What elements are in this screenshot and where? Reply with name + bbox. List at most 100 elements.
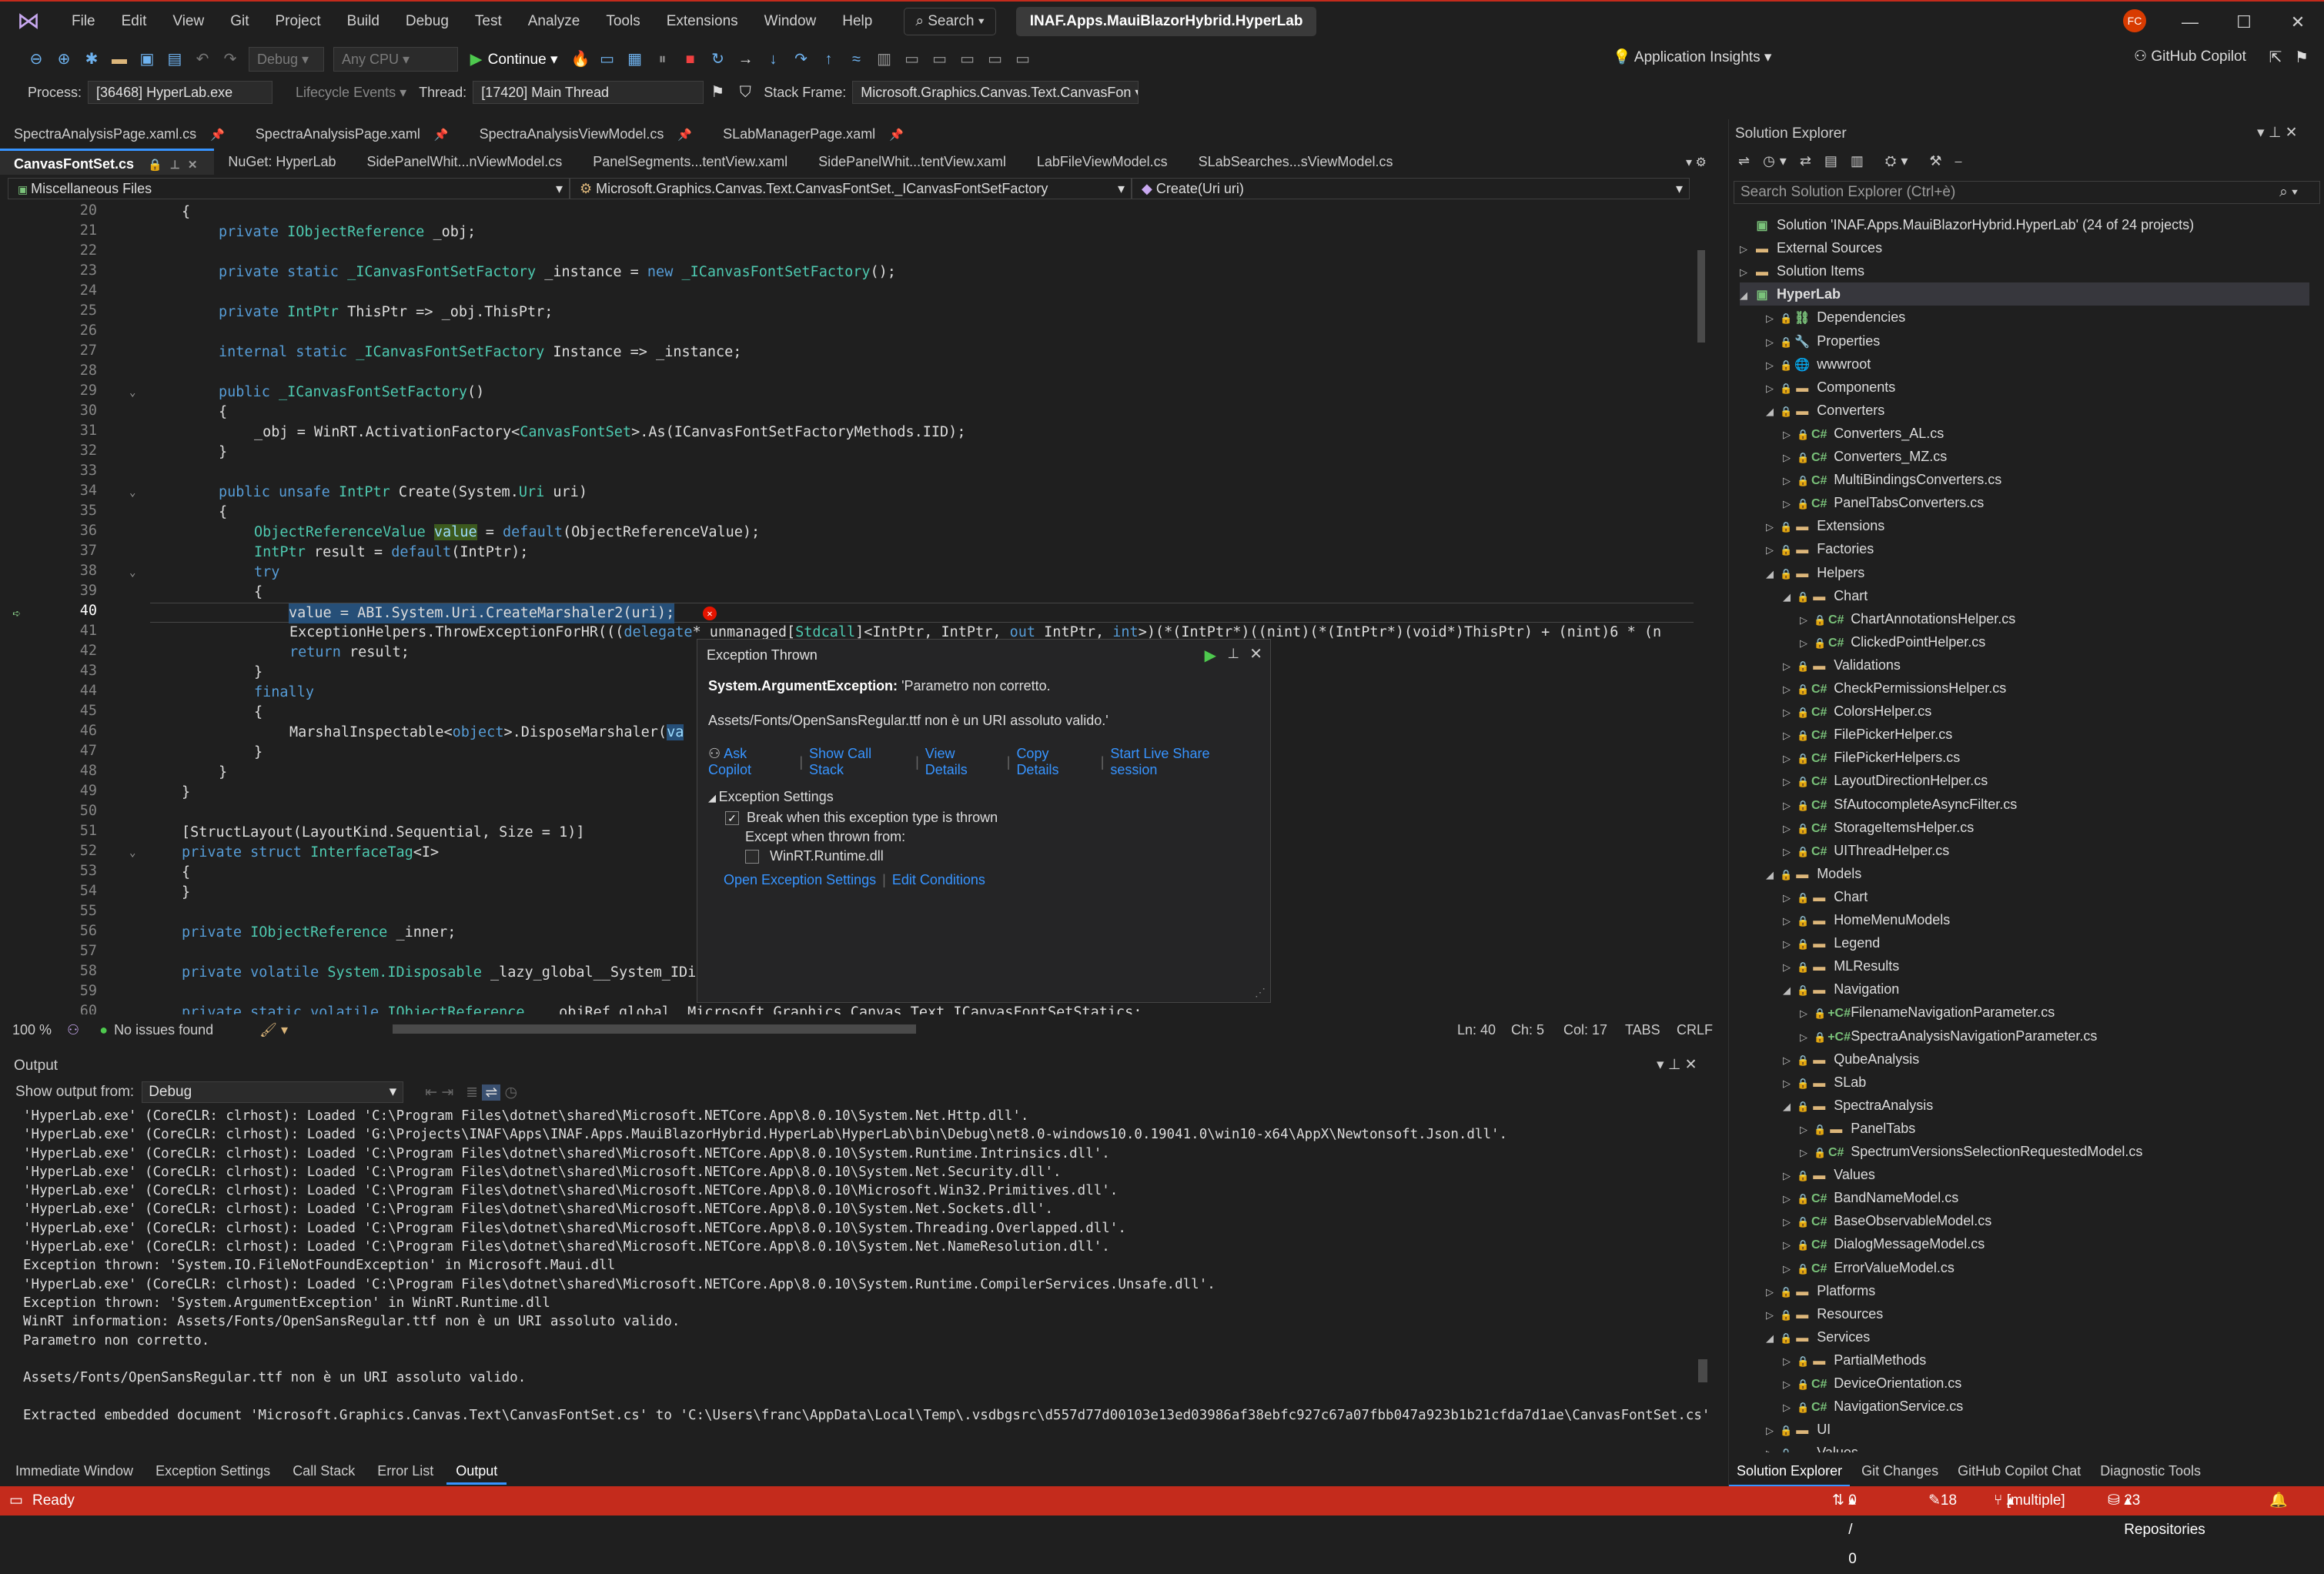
expand-icon[interactable]: ▷ xyxy=(1783,1165,1797,1188)
branch-status[interactable]: ⑂ [multiple] ▴ xyxy=(1994,1486,2065,1516)
open-icon[interactable]: ▬ xyxy=(111,51,128,68)
tab-copilot-chat[interactable]: GitHub Copilot Chat xyxy=(1950,1457,2088,1485)
breakpoints-icon[interactable]: ▥ xyxy=(876,51,893,68)
tree-item[interactable]: ▷ 🔒 C# ColorsHelper.cs xyxy=(1783,700,1931,723)
tree-item[interactable]: ▷ 🔒 ▬ Resources xyxy=(1766,1302,1883,1325)
horizontal-scrollbar[interactable] xyxy=(393,1024,916,1034)
bookmark-icon[interactable]: ▭ xyxy=(904,51,921,68)
tree-item[interactable]: ▷ 🔒 C# Converters_AL.cs xyxy=(1783,422,1944,445)
view-details-link[interactable]: View Details xyxy=(925,746,1001,778)
zoom-level[interactable]: 100 % xyxy=(12,1022,52,1038)
tab-slabmanagerpage-xaml[interactable]: SLabManagerPage.xaml 📌 xyxy=(709,121,921,147)
configuration-select[interactable]: Debug ▾ xyxy=(249,47,324,72)
output-scrollbar[interactable] xyxy=(1698,1105,1707,1390)
expand-icon[interactable]: ▷ xyxy=(1783,747,1797,770)
tree-item[interactable]: ◢ 🔒 ▬ Services xyxy=(1766,1325,1870,1348)
tab-exception-settings[interactable]: Exception Settings xyxy=(146,1457,279,1485)
menu-build[interactable]: Build xyxy=(334,1,393,42)
tab-diagnostic-tools[interactable]: Diagnostic Tools xyxy=(2092,1457,2209,1485)
expand-icon[interactable]: ◢ xyxy=(1766,864,1780,887)
menu-edit[interactable]: Edit xyxy=(109,1,160,42)
step-out-icon[interactable]: ↑ xyxy=(821,51,838,68)
brush-icon[interactable]: 🖌 ▾ xyxy=(259,1022,288,1038)
tree-item[interactable]: ▷ 🔒 +C#FilenameNavigationParameter.cs xyxy=(1800,1001,2055,1024)
tree-item[interactable]: ▷ 🔒 C# MultiBindingsConverters.cs xyxy=(1783,468,2001,491)
new-project-icon[interactable]: ✱ xyxy=(83,51,100,68)
platform-select[interactable]: Any CPU ▾ xyxy=(333,47,458,72)
tree-item[interactable]: ◢ ▣ HyperLab xyxy=(1740,282,2309,306)
expand-icon[interactable]: ▷ xyxy=(1783,1373,1797,1396)
tree-item[interactable]: ▷ 🔒 ▬ Components xyxy=(1766,376,1895,399)
menu-tools[interactable]: Tools xyxy=(593,1,653,42)
tree-item[interactable]: ▷ 🔒 ⛓ Dependencies xyxy=(1766,306,1905,329)
menu-view[interactable]: View xyxy=(159,1,217,42)
tree-item[interactable]: ▷ 🔒 C# SpectrumVersionsSelectionRequestedMo… xyxy=(1800,1140,2142,1163)
tree-item[interactable]: ▷ 🔒 C# DeviceOrientation.cs xyxy=(1783,1372,1961,1395)
tab-error-list[interactable]: Error List xyxy=(368,1457,443,1485)
expand-icon[interactable]: ▷ xyxy=(1766,539,1780,562)
tree-item[interactable]: ◢ 🔒 ▬ Chart xyxy=(1783,584,1868,607)
tree-item[interactable]: ▷ 🔒 C# ErrorValueModel.cs xyxy=(1783,1256,1955,1279)
tab-call-stack[interactable]: Call Stack xyxy=(283,1457,364,1485)
issues-label[interactable]: No issues found xyxy=(114,1022,213,1038)
expand-icon[interactable]: ▷ xyxy=(1800,1026,1814,1049)
expand-icon[interactable]: ▷ xyxy=(1783,423,1797,446)
tab-slabsearches-viewmodel[interactable]: SLabSearches...sViewModel.cs xyxy=(1185,149,1410,175)
expand-icon[interactable]: ▷ xyxy=(1740,261,1754,284)
expand-icon[interactable]: ▷ xyxy=(1766,1419,1780,1442)
tree-item[interactable]: ▷ 🔒 C# Converters_MZ.cs xyxy=(1783,445,1947,468)
menu-file[interactable]: File xyxy=(59,1,109,42)
stack-frame-select[interactable]: Microsoft.Graphics.Canvas.Text.CanvasFon… xyxy=(852,81,1139,104)
process-select[interactable]: [36468] HyperLab.exe xyxy=(88,81,273,104)
tree-item[interactable]: ▷ 🔒 C# ClickedPointHelper.cs xyxy=(1800,630,1985,653)
flag-icon[interactable]: ⚑ xyxy=(709,84,726,101)
tree-item[interactable]: ▷ 🔒 ▬ PartialMethods xyxy=(1783,1348,1926,1372)
tree-item[interactable]: ▷ 🔒 ▬ Chart xyxy=(1783,885,1868,908)
search-button[interactable]: ⌕ Search ▾ xyxy=(904,8,996,35)
filter-icon[interactable]: ⛉ xyxy=(737,84,754,101)
winrt-checkbox[interactable] xyxy=(745,849,759,864)
lifecycle-events-button[interactable]: Lifecycle Events ▾ xyxy=(296,85,406,101)
tab-solution-explorer[interactable]: Solution Explorer xyxy=(1729,1457,1851,1487)
tree-item[interactable]: ▷ 🔒 C# CheckPermissionsHelper.cs xyxy=(1783,677,2006,700)
show-next-statement-icon[interactable]: → xyxy=(737,51,754,68)
tree-item[interactable]: ▷ 🔒 C# ChartAnnotationsHelper.cs xyxy=(1800,607,2015,630)
tree-item[interactable]: ◢ 🔒 ▬ Converters xyxy=(1766,399,1884,422)
tree-item[interactable]: ▷ 🔒 ▬ UI xyxy=(1766,1418,1831,1441)
expand-icon[interactable]: ▷ xyxy=(1800,632,1814,655)
solution-explorer-toolbar[interactable]: ⇌ ◷▾ ⇄ ▤ ▥ ⛭▾ ⚒ ⎯ xyxy=(1738,153,1967,169)
tab-panelsegments-view[interactable]: PanelSegments...tentView.xaml xyxy=(579,149,804,175)
expand-icon[interactable]: ▷ xyxy=(1800,1118,1814,1141)
tab-output[interactable]: Output xyxy=(446,1457,507,1485)
tree-item[interactable]: ▷ 🔒 ▬ Extensions xyxy=(1766,514,1884,537)
tree-item[interactable]: ▷ 🔒 ▬ PanelTabs xyxy=(1800,1117,1915,1140)
tree-item[interactable]: ▷ 🔒 C# UIThreadHelper.cs xyxy=(1783,839,1949,862)
solution-search-input[interactable]: Search Solution Explorer (Ctrl+è) ⌕ ▾ xyxy=(1734,181,2320,204)
layout-icon[interactable]: ▭ xyxy=(1015,51,1032,68)
tree-item[interactable]: ▷ 🔒 C# FilePickerHelpers.cs xyxy=(1783,746,1960,769)
expand-icon[interactable]: ▷ xyxy=(1783,493,1797,516)
error-icon[interactable]: ✕ xyxy=(703,607,717,620)
expand-icon[interactable]: ▷ xyxy=(1783,470,1797,493)
line-ending[interactable]: CRLF xyxy=(1677,1022,1713,1038)
tab-labfileviewmodel[interactable]: LabFileViewModel.cs xyxy=(1023,149,1185,175)
expand-icon[interactable]: ◢ xyxy=(1740,284,1754,307)
expand-icon[interactable]: ◢ xyxy=(1783,586,1797,609)
step-into-icon[interactable]: ↓ xyxy=(765,51,782,68)
minimize-icon[interactable]: — xyxy=(2163,2,2217,43)
expand-icon[interactable]: ▷ xyxy=(1800,1141,1814,1165)
tree-item[interactable]: ▷ 🔒 C# LayoutDirectionHelper.cs xyxy=(1783,769,1988,792)
resize-grip-icon[interactable]: ⋰ xyxy=(1255,986,1266,999)
undo-icon[interactable]: ↶ xyxy=(194,51,211,68)
updown-status[interactable]: ⇅ 0 / 0 ▴ xyxy=(1832,1486,1857,1567)
restart-icon[interactable]: ↻ xyxy=(710,51,727,68)
tree-item[interactable]: ▷ 🔒 C# DialogMessageModel.cs xyxy=(1783,1232,1985,1255)
ask-copilot-link[interactable]: ⚇ Ask Copilot xyxy=(708,746,793,778)
attach-icon[interactable]: ▭ xyxy=(599,51,616,68)
tree-item[interactable]: ▷ 🔒 ▬ Validations xyxy=(1783,653,1901,677)
expand-icon[interactable]: ▷ xyxy=(1783,956,1797,979)
expand-icon[interactable]: ▷ xyxy=(1783,770,1797,794)
show-call-stack-link[interactable]: Show Call Stack xyxy=(809,746,909,778)
expand-icon[interactable]: ◢ xyxy=(1783,979,1797,1002)
expand-icon[interactable]: ▷ xyxy=(1783,701,1797,724)
